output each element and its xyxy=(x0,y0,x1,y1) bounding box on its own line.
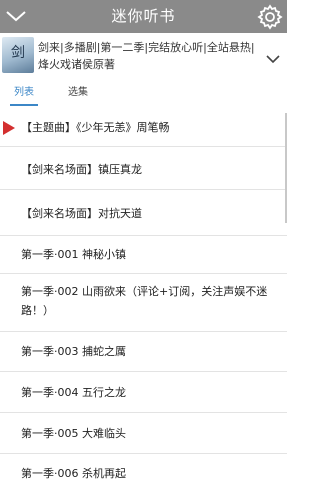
active-tab-indicator xyxy=(10,104,38,106)
track-row[interactable]: 第一季·006 杀机再起 xyxy=(0,454,287,490)
top-bar: 迷你听书 xyxy=(0,0,287,33)
track-row[interactable]: 【剑来名场面】镇压真龙 xyxy=(0,147,287,190)
track-row[interactable]: 【剑来名场面】对抗天道 xyxy=(0,190,287,236)
track-title: 【剑来名场面】镇压真龙 xyxy=(21,163,142,176)
gear-icon[interactable] xyxy=(257,4,283,30)
track-title: 第一季·001 神秘小镇 xyxy=(21,248,126,261)
album-cover[interactable]: 剑 xyxy=(2,37,34,73)
track-row[interactable]: 第一季·003 捕蛇之厲 xyxy=(0,332,287,372)
play-indicator-icon xyxy=(3,121,15,135)
album-header: 剑 剑来|多播剧|第一二季|完结放心听|全站悬热|烽火戏诸侯原著 xyxy=(0,33,287,79)
expand-chevron-icon[interactable] xyxy=(265,53,281,65)
track-row[interactable]: 第一季·002 山雨欲来（评论+订阅，关注声娱不迷路！） xyxy=(0,274,287,332)
tab-list[interactable]: 列表 xyxy=(14,83,34,98)
track-row[interactable]: 第一季·001 神秘小镇 xyxy=(0,236,287,274)
track-row[interactable]: 第一季·004 五行之龙 xyxy=(0,372,287,413)
track-row[interactable]: 【主题曲】《少年无恙》周笔畅 xyxy=(0,109,287,147)
tab-bar: 列表 选集 xyxy=(0,79,287,107)
track-title: 第一季·004 五行之龙 xyxy=(21,386,126,399)
track-title: 【主题曲】《少年无恙》周笔畅 xyxy=(21,121,170,134)
cover-glyph: 剑 xyxy=(11,45,25,61)
track-title: 第一季·005 大难临头 xyxy=(21,427,126,440)
scrollbar[interactable] xyxy=(285,113,287,223)
track-title: 第一季·002 山雨欲来（评论+订阅，关注声娱不迷路！） xyxy=(21,285,268,317)
page-title: 迷你听书 xyxy=(111,7,176,25)
album-description: 剑来|多播剧|第一二季|完结放心听|全站悬热|烽火戏诸侯原著 xyxy=(38,41,255,71)
tab-episodes[interactable]: 选集 xyxy=(68,83,88,98)
track-title: 第一季·003 捕蛇之厲 xyxy=(21,345,126,358)
track-row[interactable]: 第一季·005 大难临头 xyxy=(0,413,287,454)
track-title: 【剑来名场面】对抗天道 xyxy=(21,207,142,220)
track-title: 第一季·006 杀机再起 xyxy=(21,467,126,480)
